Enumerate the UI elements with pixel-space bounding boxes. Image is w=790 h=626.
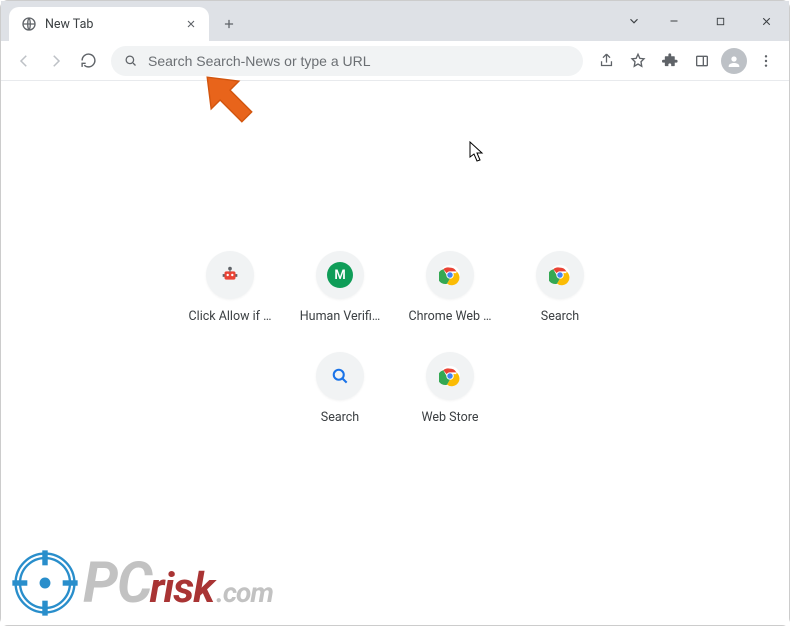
window-controls (617, 1, 789, 41)
toolbar (1, 41, 789, 81)
back-button[interactable] (9, 46, 39, 76)
shortcut-label: Click Allow if … (189, 309, 272, 324)
reload-button[interactable] (73, 46, 103, 76)
shortcut-tile (206, 251, 254, 299)
shortcut-label: Web Store (422, 410, 479, 425)
tab-close-button[interactable] (183, 16, 199, 32)
shortcut-tile (316, 352, 364, 400)
shortcut-label: Human Verifi… (300, 309, 380, 324)
shortcut-tile (536, 251, 584, 299)
close-window-button[interactable] (743, 1, 789, 41)
shortcut-tile: M (316, 251, 364, 299)
shortcut-chrome-web-store[interactable]: Chrome Web … (395, 251, 505, 324)
maximize-button[interactable] (697, 1, 743, 41)
tab-title: New Tab (45, 17, 175, 32)
robot-icon (218, 263, 242, 287)
forward-button[interactable] (41, 46, 71, 76)
letter-icon: M (327, 262, 353, 288)
shortcut-search-2[interactable]: Search (285, 352, 395, 425)
chrome-icon (549, 264, 571, 286)
page-content: Click Allow if … M Human Verifi… (1, 81, 789, 625)
shortcut-grid: Click Allow if … M Human Verifi… (175, 251, 615, 425)
shortcut-label: Search (321, 410, 359, 425)
browser-tab[interactable]: New Tab (9, 7, 209, 41)
share-button[interactable] (591, 46, 621, 76)
shortcut-label: Search (541, 309, 579, 324)
shortcut-search-1[interactable]: Search (505, 251, 615, 324)
address-bar[interactable] (111, 46, 583, 76)
shortcut-web-store[interactable]: Web Store (395, 352, 505, 425)
shortcut-human-verification[interactable]: M Human Verifi… (285, 251, 395, 324)
minimize-button[interactable] (651, 1, 697, 41)
shortcut-label: Chrome Web … (409, 309, 492, 324)
menu-button[interactable] (751, 46, 781, 76)
tab-search-button[interactable] (617, 1, 651, 41)
new-tab-button[interactable] (215, 10, 243, 38)
search-icon (330, 366, 350, 386)
side-panel-button[interactable] (687, 46, 717, 76)
profile-button[interactable] (719, 46, 749, 76)
chrome-icon (439, 264, 461, 286)
avatar-icon (721, 48, 747, 74)
shortcut-tile (426, 251, 474, 299)
extensions-button[interactable] (655, 46, 685, 76)
bookmark-button[interactable] (623, 46, 653, 76)
globe-icon (21, 16, 37, 32)
address-input[interactable] (148, 53, 571, 69)
shortcut-tile (426, 352, 474, 400)
titlebar: New Tab (1, 1, 789, 41)
shortcut-click-allow[interactable]: Click Allow if … (175, 251, 285, 324)
search-icon (123, 53, 138, 68)
chrome-icon (439, 365, 461, 387)
